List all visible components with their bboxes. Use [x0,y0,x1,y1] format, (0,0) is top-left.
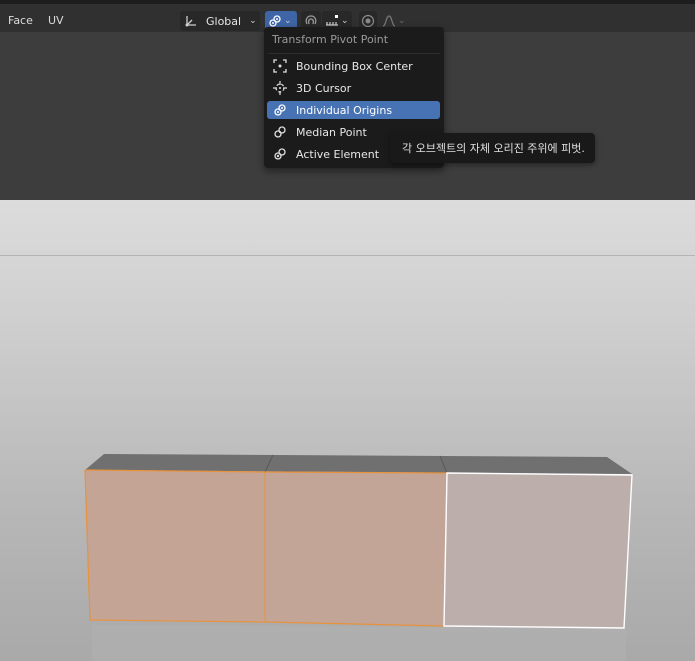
menu-item-label: Bounding Box Center [296,59,413,73]
individual-origins-icon [268,14,282,28]
menu-face[interactable]: Face [8,13,33,29]
active-element-icon [273,147,287,161]
snap-increment-icon [325,14,339,28]
menu-item-label: Median Point [296,125,367,139]
menu-item-bounding-box-center[interactable]: Bounding Box Center [267,57,440,75]
menu-title: Transform Pivot Point [272,33,389,46]
chevron-down-icon: ⌄ [284,16,292,26]
chevron-down-icon: ⌄ [398,16,406,26]
falloff-curve-icon [382,14,396,28]
median-point-icon [273,125,287,139]
proportional-editing-icon [361,14,375,28]
selected-face-left[interactable] [85,470,265,622]
bounding-box-center-icon [273,59,287,73]
menu-uv[interactable]: UV [48,13,64,29]
orientation-label: Global [206,14,242,28]
transform-orientation-dropdown[interactable]: Global ⌄ [180,11,260,31]
menu-item-label: Individual Origins [296,103,393,117]
3d-cursor-icon [273,81,287,95]
menu-item-3d-cursor[interactable]: 3D Cursor [267,79,440,97]
transform-orientation-icon [184,14,198,28]
snap-magnet-icon [304,14,318,28]
menu-separator [268,53,440,54]
chevron-down-icon: ⌄ [341,16,349,26]
active-face-right[interactable] [444,473,632,628]
menu-item-label: 3D Cursor [296,81,352,95]
menu-item-individual-origins[interactable]: Individual Origins [267,101,440,119]
blender-window: Face UV Global ⌄ ⌄ ⌄ ⌄ Transform Pivot P… [0,0,695,661]
individual-origins-icon [273,103,287,117]
chevron-down-icon: ⌄ [249,16,257,26]
menu-item-label: Active Element [296,147,380,161]
tooltip: 각 오브젝트의 자체 오리진 주위에 피벗. [390,133,595,163]
selected-face-middle[interactable] [265,472,447,626]
mesh-reflection [92,625,626,661]
